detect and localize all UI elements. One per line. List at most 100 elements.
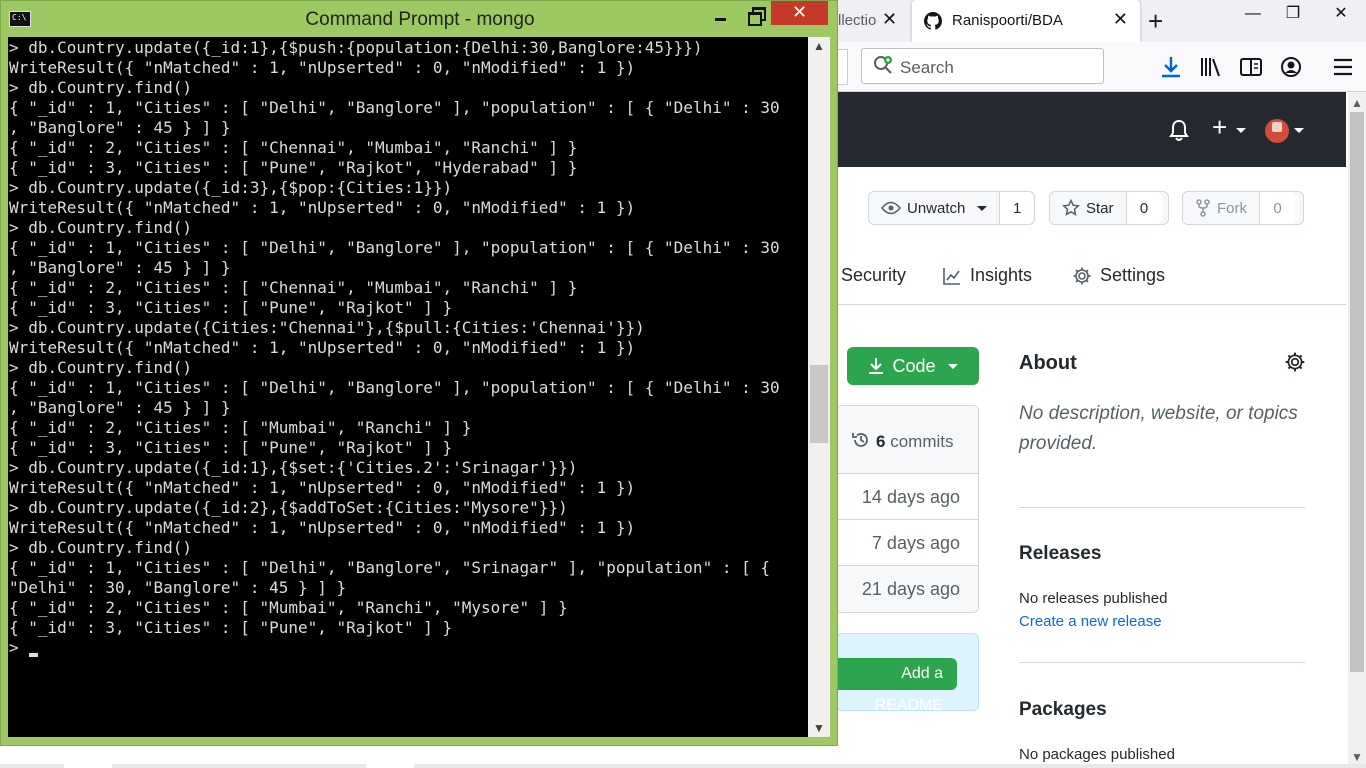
minimize-icon[interactable]	[707, 3, 735, 29]
desktop: llectio ✕ Ranispoorti/BDA ✕ + — ❐ ✕ Sear…	[0, 0, 1366, 768]
divider	[1019, 507, 1305, 508]
create-release-link[interactable]: Create a new release	[1019, 613, 1162, 630]
close-icon[interactable]: ✕	[771, 1, 828, 25]
console-line: { "_id" : 3, "Cities" : [ "Pune", "Rajko…	[9, 438, 453, 457]
console-line: { "_id" : 3, "Cities" : [ "Pune", "Rajko…	[9, 618, 453, 637]
fork-label: Fork	[1217, 199, 1247, 217]
caret-down-icon	[977, 205, 988, 211]
gear-icon[interactable]	[1284, 351, 1306, 373]
cmd-titlebar[interactable]: Command Prompt - mongo ✕	[1, 1, 839, 37]
maximize-icon[interactable]: ❐	[1270, 0, 1316, 30]
search-placeholder: Search	[900, 58, 954, 77]
tab-settings[interactable]: Settings	[1072, 265, 1165, 286]
page-scrollbar[interactable]: ▲ ▼	[1348, 92, 1366, 768]
sidebar-icon[interactable]	[1238, 54, 1264, 80]
console-scrollbar[interactable]: ▲ ▼	[808, 37, 830, 737]
console-prompt-line[interactable]: >	[9, 638, 780, 658]
tab-close-icon[interactable]: ✕	[882, 9, 897, 30]
console-line: > db.Country.update({_id:3},{$pop:{Citie…	[9, 178, 453, 197]
code-button[interactable]: Code	[847, 347, 979, 385]
repo-nav: Security Insights Settings	[838, 257, 1346, 305]
eye-icon	[881, 201, 901, 215]
console-line: { "_id" : 1, "Cities" : [ "Delhi", "Bang…	[9, 378, 780, 397]
tab-mongodb[interactable]: llectio ✕	[830, 0, 910, 42]
commit-time[interactable]: 14 days ago	[837, 474, 978, 520]
command-prompt-window: Command Prompt - mongo ✕ > db.Country.up…	[0, 0, 838, 746]
tab-security-label: Security	[841, 265, 907, 285]
watch-count[interactable]: 1	[999, 192, 1034, 224]
star-icon	[1062, 199, 1080, 216]
commit-time[interactable]: 21 days ago	[837, 566, 978, 612]
unwatch-label: Unwatch	[907, 199, 966, 217]
avatar[interactable]	[1265, 119, 1289, 143]
fork-button[interactable]: Fork 0	[1182, 191, 1304, 225]
menu-icon[interactable]	[1330, 54, 1356, 80]
console-line: { "_id" : 2, "Cities" : [ "Mumbai", "Ran…	[9, 418, 472, 437]
tab-close-icon[interactable]: ✕	[1113, 9, 1128, 30]
console-line: , "Banglore" : 45 } ] }	[9, 398, 231, 417]
console-line: WriteResult({ "nMatched" : 1, "nUpserted…	[9, 478, 636, 497]
scrollbar-thumb[interactable]	[810, 365, 828, 443]
unwatch-button[interactable]: Unwatch 1	[868, 191, 1035, 225]
new-tab-icon[interactable]: +	[1148, 6, 1163, 36]
packages-title[interactable]: Packages	[1019, 699, 1107, 721]
tab-security[interactable]: Security	[841, 265, 906, 286]
scrollbar-thumb[interactable]	[1350, 112, 1364, 672]
github-icon	[924, 12, 942, 30]
console-line: , "Banglore" : 45 } ] }	[9, 258, 231, 277]
console-line: { "_id" : 3, "Cities" : [ "Pune", "Rajko…	[9, 298, 453, 317]
console-output[interactable]: > db.Country.update({_id:1},{$push:{popu…	[8, 37, 808, 737]
taskbar-edge	[0, 764, 1366, 768]
history-icon	[852, 433, 868, 447]
tab-insights-label: Insights	[970, 265, 1033, 285]
star-label: Star	[1086, 199, 1114, 217]
console-line: WriteResult({ "nMatched" : 1, "nUpserted…	[9, 338, 636, 357]
taskbar-item[interactable]	[366, 764, 414, 768]
download-icon[interactable]	[1158, 54, 1184, 80]
library-icon[interactable]	[1198, 54, 1224, 80]
account-icon[interactable]	[1278, 54, 1304, 80]
gear-icon	[1073, 267, 1091, 284]
tab-insights[interactable]: Insights	[942, 265, 1032, 286]
scroll-up-icon[interactable]: ▲	[813, 39, 825, 53]
console-line: > db.Country.update({_id:2},{$addToSet:{…	[9, 498, 568, 517]
plus-icon[interactable]: +	[1212, 114, 1227, 140]
tab-github[interactable]: Ranispoorti/BDA ✕	[912, 0, 1140, 42]
console-line: { "_id" : 3, "Cities" : [ "Pune", "Rajko…	[9, 158, 578, 177]
commits-link[interactable]: 6 commits	[837, 406, 978, 474]
restore-icon[interactable]	[743, 3, 771, 29]
add-readme-button[interactable]: Add a README	[833, 658, 957, 714]
scroll-down-icon[interactable]: ▼	[1351, 750, 1363, 764]
commits-panel: 6 commits 14 days ago 7 days ago 21 days…	[836, 405, 979, 613]
fork-icon	[1196, 199, 1210, 217]
search-box[interactable]: Search	[861, 48, 1104, 84]
fork-count[interactable]: 0	[1259, 192, 1295, 224]
close-icon[interactable]: ✕	[1318, 0, 1364, 30]
taskbar-item[interactable]	[64, 764, 112, 768]
star-count[interactable]: 0	[1125, 192, 1162, 224]
bell-icon[interactable]	[1168, 118, 1190, 142]
commit-time[interactable]: 7 days ago	[837, 520, 978, 566]
about-title: About	[1019, 352, 1077, 374]
caret-down-icon[interactable]	[1294, 128, 1304, 133]
packages-text: No packages published	[1019, 746, 1175, 763]
search-icon	[874, 56, 892, 74]
releases-title[interactable]: Releases	[1019, 543, 1101, 565]
console-line: { "_id" : 2, "Cities" : [ "Mumbai", "Ran…	[9, 598, 568, 617]
github-header: +	[838, 92, 1346, 167]
console-line: > db.Country.update({_id:1},{$push:{popu…	[9, 38, 703, 57]
star-button[interactable]: Star 0	[1049, 191, 1169, 225]
caret-down-icon[interactable]	[1236, 128, 1246, 133]
console-line: > db.Country.update({_id:1},{$set:{'Citi…	[9, 458, 578, 477]
commits-label: commits	[890, 432, 954, 451]
about-description: No description, website, or topics provi…	[1019, 403, 1298, 454]
console-line: { "_id" : 1, "Cities" : [ "Delhi", "Bang…	[9, 98, 780, 117]
console-line: "Delhi" : 30, "Banglore" : 45 } ] }	[9, 578, 347, 597]
tab-settings-label: Settings	[1100, 265, 1166, 285]
console-line: { "_id" : 1, "Cities" : [ "Delhi", "Bang…	[9, 238, 780, 257]
scroll-up-icon[interactable]: ▲	[1351, 96, 1363, 110]
console-line: WriteResult({ "nMatched" : 1, "nUpserted…	[9, 58, 636, 77]
scroll-down-icon[interactable]: ▼	[813, 721, 825, 735]
console-lines: > db.Country.update({_id:1},{$push:{popu…	[9, 38, 780, 658]
caret-down-icon	[947, 363, 958, 369]
